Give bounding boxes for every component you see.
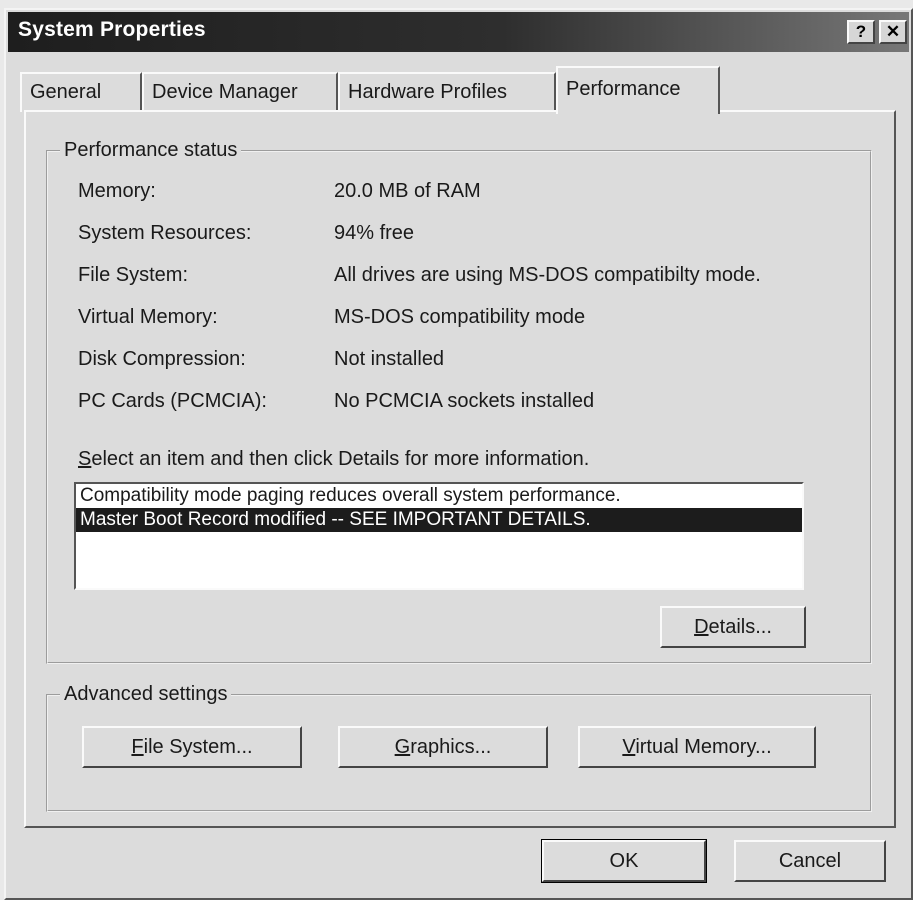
performance-tab-panel: Performance status Memory: 20.0 MB of RA…	[24, 110, 896, 828]
help-button[interactable]: ?	[847, 20, 875, 44]
system-resources-label: System Resources:	[78, 222, 252, 244]
tab-device-manager[interactable]: Device Manager	[142, 72, 338, 112]
file-system-value: All drives are using MS-DOS compatibilty…	[334, 264, 761, 286]
performance-issues-list[interactable]: Compatibility mode paging reduces overal…	[74, 482, 804, 590]
cancel-button[interactable]: Cancel	[734, 840, 886, 882]
title-bar[interactable]: System Properties ? ✕	[8, 12, 909, 52]
virtual-memory-button-label: irtual Memory...	[635, 736, 772, 758]
memory-value: 20.0 MB of RAM	[334, 180, 481, 202]
list-item-mbr-modified[interactable]: Master Boot Record modified -- SEE IMPOR…	[76, 508, 802, 532]
tab-hardware-profiles[interactable]: Hardware Profiles	[338, 72, 556, 112]
close-button[interactable]: ✕	[879, 20, 907, 44]
instruction-text: elect an item and then click Details for…	[91, 448, 590, 470]
disk-compression-value: Not installed	[334, 348, 445, 370]
tab-general[interactable]: General	[20, 72, 142, 112]
window-title: System Properties	[18, 18, 206, 41]
list-item-paging[interactable]: Compatibility mode paging reduces overal…	[76, 484, 802, 508]
disk-compression-label: Disk Compression:	[78, 348, 246, 370]
pc-cards-label: PC Cards (PCMCIA):	[78, 390, 267, 412]
virtual-memory-value: MS-DOS compatibility mode	[334, 306, 586, 328]
system-properties-window: System Properties ? ✕ General Device Man…	[4, 8, 913, 900]
system-resources-value: 94% free	[334, 222, 415, 244]
tab-performance[interactable]: Performance	[556, 66, 720, 114]
performance-status-title: Performance status	[60, 138, 242, 162]
advanced-settings-group: Advanced settings File System... Graphic…	[46, 682, 872, 812]
memory-label: Memory:	[78, 180, 156, 202]
performance-status-group: Performance status Memory: 20.0 MB of RA…	[46, 138, 872, 664]
virtual-memory-label: Virtual Memory:	[78, 306, 218, 328]
details-instruction: Select an item and then click Details fo…	[78, 448, 589, 471]
pc-cards-value: No PCMCIA sockets installed	[334, 390, 595, 412]
graphics-accel-key: G	[394, 736, 411, 758]
file-system-button-label: ile System...	[143, 736, 253, 758]
graphics-button[interactable]: Graphics...	[338, 726, 548, 768]
file-system-label: File System:	[78, 264, 189, 286]
details-button[interactable]: Details...	[660, 606, 806, 648]
details-accel-key: D	[694, 616, 709, 638]
instruction-accel-key: S	[78, 448, 92, 470]
details-label: etails...	[708, 616, 772, 638]
virtual-memory-accel-key: V	[622, 736, 636, 758]
advanced-settings-title: Advanced settings	[60, 682, 232, 706]
ok-button[interactable]: OK	[541, 839, 707, 883]
graphics-button-label: raphics...	[410, 736, 492, 758]
virtual-memory-button[interactable]: Virtual Memory...	[578, 726, 816, 768]
file-system-accel-key: F	[131, 736, 144, 758]
file-system-button[interactable]: File System...	[82, 726, 302, 768]
